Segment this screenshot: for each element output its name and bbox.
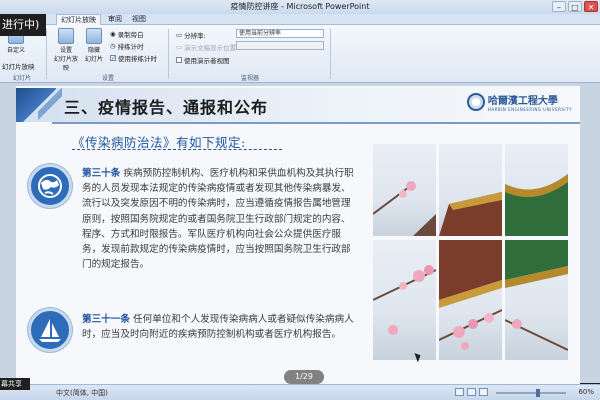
title-bar: 疫情防控讲座 - Microsoft PowerPoint – □ ✕ xyxy=(0,0,600,14)
article-31-label: 第三十一条 xyxy=(82,314,130,325)
header-accent-stripe xyxy=(38,88,62,122)
use-timings-checkbox[interactable]: 使用排练计时 xyxy=(110,53,157,63)
record-label: 录制旁白 xyxy=(117,31,144,39)
ribbon: 自定义 幻灯片放映 幻灯片 设置 幻灯片放映 隐藏 幻灯片 ◉ 录制旁白 ◷ 排练计… xyxy=(0,25,600,83)
window-title: 疫情防控讲座 - Microsoft PowerPoint xyxy=(230,2,370,11)
slide-sorter-icon[interactable] xyxy=(467,388,476,396)
setup-icon xyxy=(58,28,74,44)
show-on-label: ▭ 演示文稿显示位置: xyxy=(176,43,239,52)
group-label-slides: 幻灯片 xyxy=(12,75,31,82)
tab-slideshow[interactable]: 幻灯片放映 xyxy=(56,14,101,25)
hide-slide-button[interactable]: 隐藏 幻灯片 xyxy=(82,28,106,63)
setup-label-2: 幻灯片放映 xyxy=(54,56,79,72)
zoom-slider[interactable] xyxy=(496,389,566,397)
custom-slideshow-label: 自定义 xyxy=(6,47,25,54)
sailboat-icon xyxy=(28,308,72,352)
article-30-label: 第三十条 xyxy=(82,168,121,179)
group-separator xyxy=(168,29,169,79)
setup-label: 设置 xyxy=(59,47,72,54)
rehearse-label: 排练计时 xyxy=(117,43,144,51)
normal-view-icon[interactable] xyxy=(455,388,464,396)
tab-review[interactable]: 审阅 xyxy=(104,14,126,25)
photo-tile xyxy=(439,144,502,236)
reading-view-icon[interactable] xyxy=(479,388,488,396)
photo-tile xyxy=(373,144,436,236)
article-31-paragraph: 第三十一条 任何单位和个人发现传染病病人或者疑似传染病病人时，应当及时向附近的疾… xyxy=(82,312,360,342)
custom-slideshow-sub[interactable]: 幻灯片放映 xyxy=(2,61,35,71)
microphone-icon: ◉ xyxy=(110,30,116,38)
tab-view[interactable]: 视图 xyxy=(128,14,150,25)
law-heading-underline xyxy=(72,149,282,150)
presenter-view-checkbox[interactable]: 使用演示者视图 xyxy=(176,55,230,65)
photo-tile xyxy=(373,240,436,360)
photo-tile xyxy=(439,240,502,360)
slide-title: 三、疫情报告、通报和公布 xyxy=(64,98,269,117)
rehearse-timings-button[interactable]: ◷ 排练计时 xyxy=(110,41,144,51)
resolution-select[interactable]: 使用当前分辨率 xyxy=(236,29,324,38)
zoom-level[interactable]: 60% xyxy=(578,388,594,396)
use-timings-label: 使用排练计时 xyxy=(118,55,157,63)
powerpoint-window: 疫情防控讲座 - Microsoft PowerPoint – □ ✕ 幻灯片放… xyxy=(0,0,600,400)
group-separator xyxy=(330,29,331,79)
minimize-button[interactable]: – xyxy=(552,1,566,12)
display-icon: ▭ xyxy=(176,43,183,51)
slide: 三、疫情报告、通报和公布 哈爾濱工程大學 HARBIN ENGINEERING … xyxy=(16,86,580,384)
hide-slide-icon xyxy=(86,28,102,44)
photo-tile xyxy=(505,240,568,360)
page-indicator: 1/29 xyxy=(284,370,324,384)
article-30-paragraph: 第三十条 疾病预防控制机构、医疗机构和采供血机构及其执行职务的人员发现本法规定的… xyxy=(82,166,360,272)
university-name-en: HARBIN ENGINEERING UNIVERSITY xyxy=(487,107,572,112)
status-bar: 中文(简体, 中国) 60% xyxy=(0,384,600,400)
window-controls: – □ ✕ xyxy=(552,1,598,12)
hide-label: 隐藏 xyxy=(87,47,100,54)
ribbon-tabs: 幻灯片放映 审阅 视图 xyxy=(0,14,600,25)
monitor-icon: ▭ xyxy=(176,31,183,39)
hide-label-2: 幻灯片 xyxy=(84,56,103,63)
meeting-status-tag[interactable]: 进行中) xyxy=(0,14,46,36)
checkbox-checked-icon xyxy=(110,55,116,61)
presenter-view-label: 使用演示者视图 xyxy=(184,57,230,65)
header-rule xyxy=(52,122,580,124)
resolution-label: ▭ 分辨率: xyxy=(176,31,206,40)
screen-share-tag[interactable]: 幕共享 xyxy=(0,378,30,390)
show-on-select[interactable] xyxy=(236,41,324,50)
group-label-setup: 设置 xyxy=(101,75,114,82)
checkbox-icon xyxy=(176,57,182,63)
photo-tile xyxy=(505,144,568,236)
group-separator xyxy=(46,29,47,79)
close-button[interactable]: ✕ xyxy=(584,1,598,12)
record-narration-button[interactable]: ◉ 录制旁白 xyxy=(110,29,144,39)
zoom-slider-thumb[interactable] xyxy=(536,389,540,397)
view-buttons xyxy=(455,388,488,396)
university-seal-icon xyxy=(466,93,485,111)
article-30-text: 疾病预防控制机构、医疗机构和采供血机构及其执行职务的人员发现本法规定的传染病疫情… xyxy=(82,168,354,271)
maximize-button[interactable]: □ xyxy=(568,1,582,12)
globe-icon xyxy=(28,164,72,208)
university-logo: 哈爾濱工程大學 HARBIN ENGINEERING UNIVERSITY xyxy=(466,92,572,112)
university-name: 哈爾濱工程大學 xyxy=(487,96,558,107)
language-indicator[interactable]: 中文(简体, 中国) xyxy=(56,388,108,398)
group-label-monitor: 监视器 xyxy=(240,75,259,82)
clock-icon: ◷ xyxy=(110,42,116,50)
setup-slideshow-button[interactable]: 设置 幻灯片放映 xyxy=(54,28,78,72)
